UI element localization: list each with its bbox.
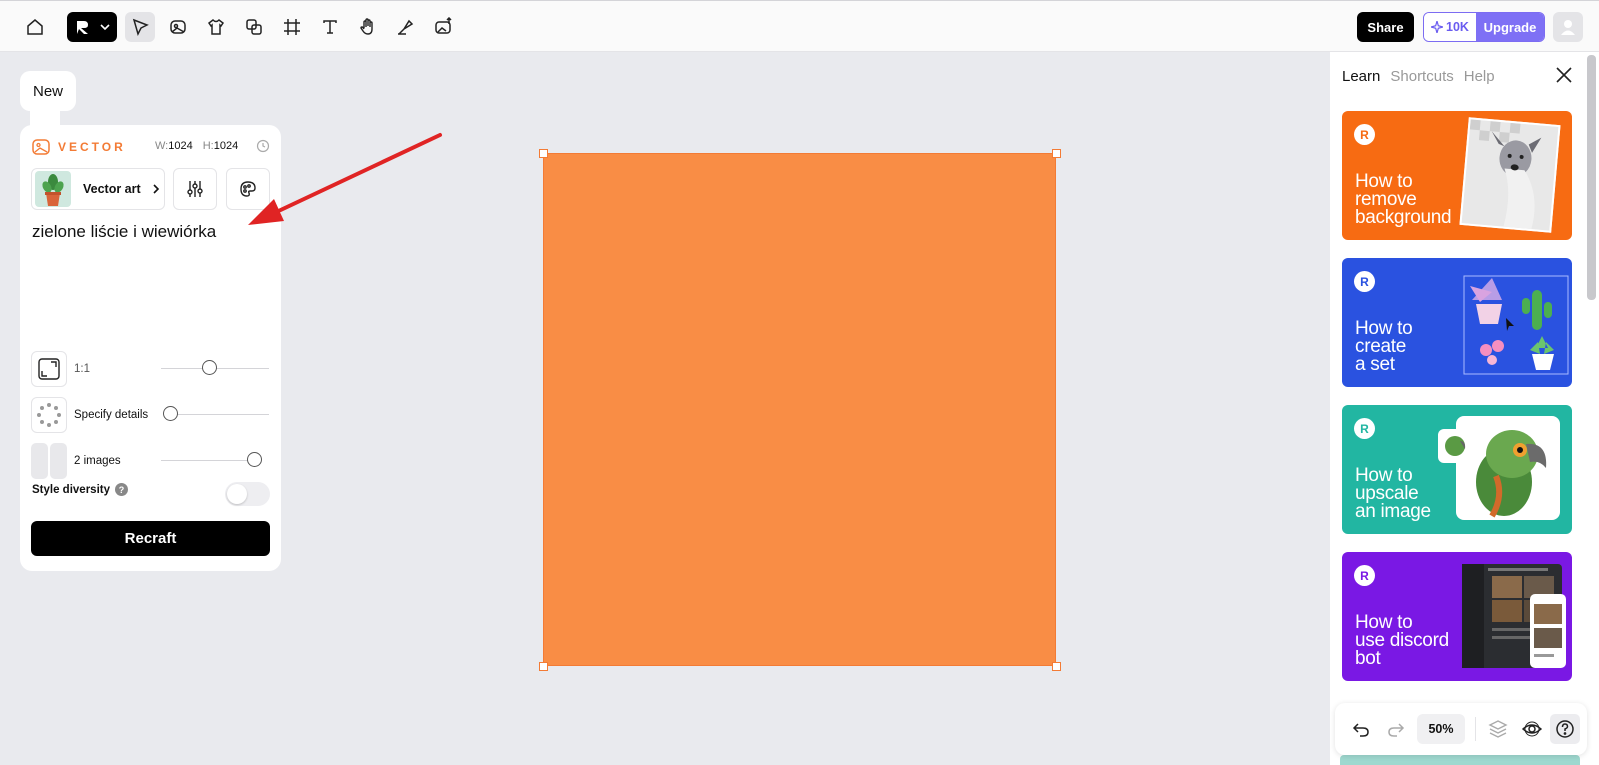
parrot-thumb-icon — [1438, 429, 1472, 463]
learn-panel-tabs: Learn Shortcuts Help — [1342, 68, 1495, 85]
style-diversity-label: Style diversity — [32, 483, 110, 496]
help-question-icon[interactable]: ? — [114, 483, 128, 496]
image-count-slider[interactable] — [161, 460, 251, 461]
details-row[interactable]: Specify details — [31, 397, 148, 433]
close-icon[interactable] — [1554, 65, 1574, 85]
upload-image-icon[interactable] — [429, 12, 459, 42]
details-slider-knob[interactable] — [163, 406, 178, 421]
aspect-ratio-label: 1:1 — [74, 363, 90, 375]
prompt-input[interactable]: zielone liście i wiewiórka — [32, 222, 216, 242]
learn-card-title: How to remove background — [1355, 171, 1452, 228]
credits-counter[interactable]: 10K — [1424, 13, 1476, 41]
credits-value: 10K — [1446, 20, 1469, 34]
share-button[interactable]: Share — [1357, 12, 1414, 42]
learn-card-upscale[interactable]: R How to upscale an image — [1342, 405, 1572, 534]
details-label: Specify details — [74, 409, 149, 421]
vector-model-icon — [32, 139, 50, 155]
learn-card-title: How to upscale an image — [1355, 465, 1431, 522]
image-count-row[interactable]: 2 images — [31, 443, 121, 479]
recraft-logo-icon: R — [1354, 418, 1375, 439]
next-card-peek — [1340, 755, 1580, 765]
resize-handle-bottom-right[interactable] — [1052, 662, 1061, 671]
learn-panel: Learn Shortcuts Help R How to remove bac… — [1330, 52, 1599, 765]
upgrade-button[interactable]: Upgrade — [1476, 13, 1544, 41]
aspect-ratio-slider-knob[interactable] — [202, 360, 217, 375]
style-diversity-row: Style diversity ? — [32, 483, 128, 496]
style-thumbnail — [35, 171, 71, 207]
divider — [1475, 717, 1476, 741]
learn-panel-scrollbar[interactable] — [1587, 55, 1596, 300]
avatar[interactable] — [1553, 12, 1583, 42]
model-header: VECTOR — [32, 138, 126, 156]
top-toolbar: Share 10K Upgrade — [0, 0, 1599, 52]
learn-card-title: How to use discord bot — [1355, 612, 1449, 669]
settings-sliders-button[interactable] — [173, 168, 217, 210]
style-name: Vector art — [83, 181, 141, 196]
tab-help[interactable]: Help — [1464, 68, 1495, 85]
learn-card-discord[interactable]: R How to use discord bot — [1342, 552, 1572, 681]
recraft-logo-icon: R — [1354, 271, 1375, 292]
dimensions[interactable]: W:1024 H:1024 — [155, 140, 238, 152]
learn-card-title: How to create a set — [1355, 318, 1413, 375]
recraft-button[interactable]: Recraft — [31, 521, 270, 556]
resize-handle-top-right[interactable] — [1052, 149, 1061, 158]
model-label[interactable]: VECTOR — [58, 140, 126, 154]
user-icon — [1561, 20, 1575, 35]
tab-learn[interactable]: Learn — [1342, 68, 1380, 85]
credits-upgrade-group: 10K Upgrade — [1423, 12, 1545, 42]
resize-handle-top-left[interactable] — [539, 149, 548, 158]
image-count-icon — [31, 443, 67, 479]
recraft-logo-icon: R — [1354, 565, 1375, 586]
layers-icon[interactable] — [1485, 716, 1511, 742]
recraft-logo-icon: R — [1354, 124, 1375, 145]
image-generate-icon[interactable] — [163, 12, 193, 42]
dots-circle-icon — [31, 397, 67, 433]
style-selector[interactable]: Vector art — [31, 168, 165, 210]
home-icon[interactable] — [20, 12, 50, 42]
redo-icon[interactable] — [1383, 716, 1409, 742]
height-value: 1024 — [213, 140, 239, 152]
sliders-icon — [187, 181, 203, 197]
width-value: 1024 — [168, 140, 193, 152]
sparkle-icon — [1431, 21, 1444, 33]
help-icon[interactable] — [1550, 714, 1580, 744]
zoom-level[interactable]: 50% — [1417, 714, 1465, 744]
mockup-shirt-icon[interactable] — [201, 12, 231, 42]
learn-card-create-set[interactable]: R How to create a set — [1342, 258, 1572, 387]
text-tool-icon[interactable] — [315, 12, 345, 42]
width-label: W: — [155, 140, 169, 152]
select-tool-icon[interactable] — [125, 12, 155, 42]
canvas-image[interactable] — [543, 153, 1056, 666]
frame-tool-icon[interactable] — [277, 12, 307, 42]
undo-icon[interactable] — [1348, 716, 1374, 742]
recraft-logo-icon — [77, 21, 88, 34]
tab-shortcuts[interactable]: Shortcuts — [1390, 68, 1453, 85]
annotation-arrow — [248, 133, 442, 225]
eye-preview-icon[interactable] — [1519, 716, 1545, 742]
aspect-ratio-icon — [31, 351, 67, 387]
logo-menu-button[interactable] — [67, 12, 117, 42]
discord-mobile-icon — [1530, 594, 1566, 668]
tab-new[interactable]: New — [20, 71, 76, 111]
layers-copy-icon[interactable] — [239, 12, 269, 42]
plant-pot-icon — [42, 174, 64, 206]
bottom-toolbar: 50% — [1335, 703, 1587, 755]
hand-tool-icon[interactable] — [353, 12, 383, 42]
height-label: H: — [202, 140, 214, 152]
plants-set-icon — [1463, 275, 1569, 375]
resize-handle-bottom-left[interactable] — [539, 662, 548, 671]
style-diversity-toggle[interactable] — [225, 482, 270, 506]
aspect-ratio-row[interactable]: 1:1 — [31, 351, 90, 387]
pen-tool-icon[interactable] — [391, 12, 421, 42]
chevron-right-icon — [153, 184, 160, 194]
details-slider[interactable] — [172, 414, 269, 415]
image-count-label: 2 images — [74, 455, 121, 467]
chevron-down-icon — [100, 24, 110, 31]
image-count-slider-knob[interactable] — [247, 452, 262, 467]
learn-card-remove-background[interactable]: R How to remove background — [1342, 111, 1572, 240]
